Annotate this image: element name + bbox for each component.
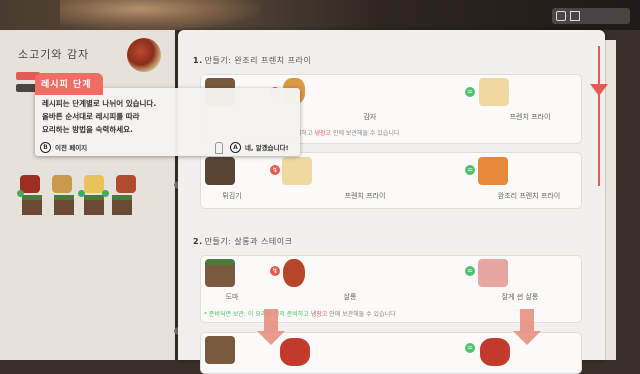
- fryer-icon: [205, 157, 235, 185]
- steak-icon: [480, 338, 510, 366]
- slot-label: 완조리 프렌치 프라이: [497, 192, 561, 200]
- fire-icon: ↯: [270, 165, 280, 175]
- top-controls[interactable]: [552, 8, 630, 24]
- slot-label: 잘게 썬 살롱: [501, 293, 539, 301]
- dish-title: 소고기와 감자: [18, 48, 90, 61]
- window-icon[interactable]: [570, 11, 580, 21]
- b-button-icon: B: [40, 141, 51, 153]
- tooltip-text: 레시피는 단계별로 나뉘어 있습니다. 올바른 순서대로 레시피를 따라 요리하…: [42, 99, 157, 134]
- salmon-icon: [283, 259, 305, 287]
- slot-label: 도마: [225, 293, 239, 301]
- check-icon: [102, 190, 109, 197]
- section-title: 1. 만들기: 완조리 프렌치 프라이: [193, 56, 312, 65]
- ingredient-potato-icon: [52, 175, 72, 193]
- scroll-down-arrow-icon[interactable]: [590, 84, 608, 96]
- station-cube-icon: [54, 195, 74, 215]
- section-title: 2. 만들기: 살롱과 스테이크: [193, 237, 293, 246]
- station-cube-icon: [22, 195, 42, 215]
- combine-icon: =: [465, 343, 475, 353]
- step-arrow-icon: [513, 309, 541, 345]
- a-button-icon: A: [230, 141, 241, 153]
- station-cube-icon: [112, 195, 132, 215]
- slot-label: 프렌치 프라이: [509, 113, 551, 121]
- cutting-board-icon: [205, 259, 235, 287]
- slot-label: 감자: [363, 113, 377, 121]
- combine-icon: =: [465, 87, 475, 97]
- combine-icon: =: [465, 165, 475, 175]
- check-icon: [78, 190, 85, 197]
- slot-label: 프렌치 프라이: [344, 192, 386, 200]
- ingredient-steak-icon: [116, 175, 136, 193]
- dish-plate-image: [127, 38, 161, 72]
- ingredient-fries-icon: [84, 175, 104, 193]
- storage-note: 비하고 냉장고 안에 보관해둘 수 있습니다: [296, 130, 400, 137]
- slot-label: 살롱: [343, 293, 357, 301]
- screenshot-icon[interactable]: [556, 11, 566, 21]
- confirm-button[interactable]: A 네, 알겠습니다!: [230, 141, 289, 153]
- station-cube-icon: [84, 195, 104, 215]
- fries-icon: [282, 157, 312, 185]
- tooltip-footer: B 이전 페이지 A 네, 알겠습니다!: [35, 139, 300, 155]
- food-decor-image: [60, 0, 260, 30]
- fries-icon: [479, 78, 509, 106]
- step-arrow-icon: [257, 309, 285, 345]
- combine-icon: =: [465, 266, 475, 276]
- slot-label: 튀김기: [222, 192, 242, 200]
- cooked-fries-icon: [478, 157, 508, 185]
- tooltip-header: 레시피 단계: [35, 73, 103, 95]
- storage-note: * 준비되면 보관: 이 요리를 먼저 준비하고 냉장고 안에 보관해둘 수 있…: [204, 311, 396, 318]
- check-icon: [17, 190, 24, 197]
- previous-page-button[interactable]: B 이전 페이지: [40, 141, 87, 153]
- cut-icon: ↯: [270, 266, 280, 276]
- figure-icon: [215, 142, 223, 154]
- chopped-salmon-icon: [478, 259, 508, 287]
- scroll-indicator[interactable]: [598, 46, 600, 186]
